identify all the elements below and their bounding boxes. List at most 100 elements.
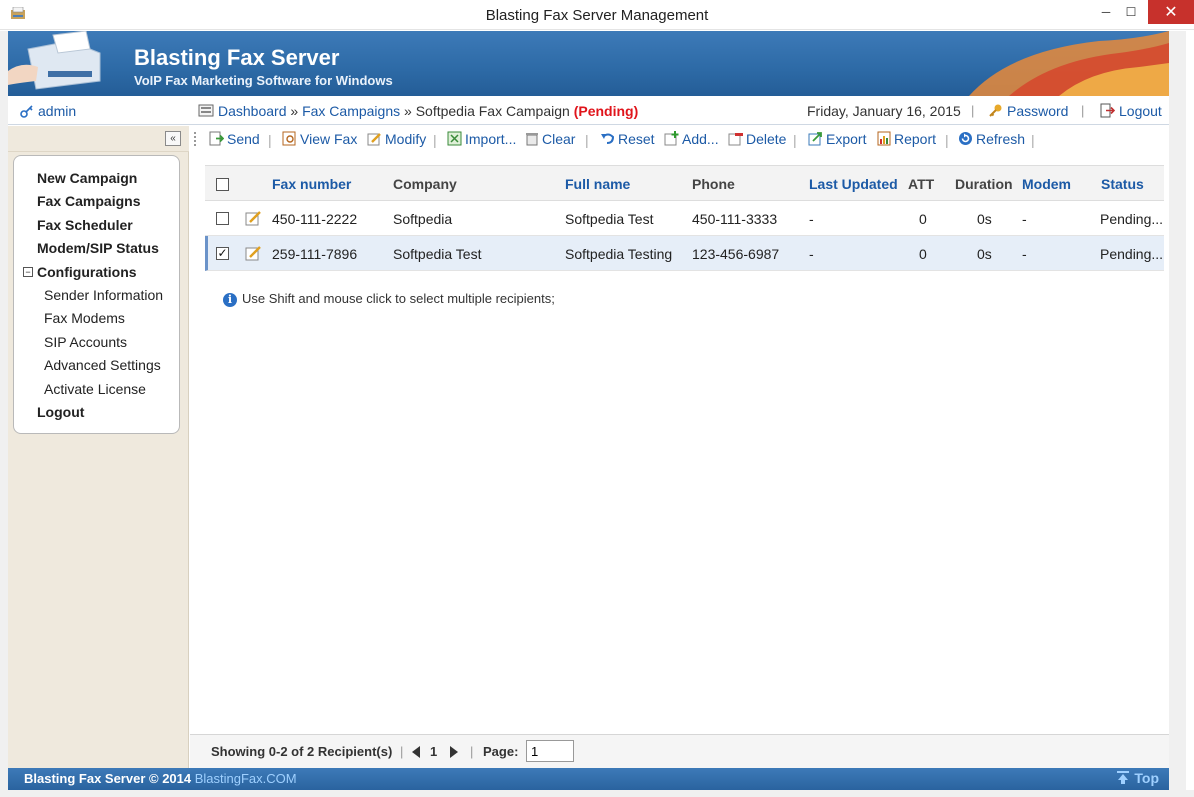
- sidebar-item-modem-sip-status[interactable]: Modem/SIP Status: [37, 240, 159, 256]
- report-button[interactable]: Report: [877, 131, 936, 147]
- column-header-fax-number[interactable]: Fax number: [272, 176, 351, 192]
- breadcrumb-separator: »: [404, 103, 412, 119]
- company-cell: Softpedia: [393, 211, 453, 227]
- breadcrumb-dashboard[interactable]: Dashboard: [218, 103, 287, 119]
- password-link[interactable]: Password: [988, 103, 1068, 119]
- breadcrumb-fax-campaigns[interactable]: Fax Campaigns: [302, 103, 400, 119]
- sidebar-item-fax-scheduler[interactable]: Fax Scheduler: [37, 217, 133, 233]
- sidebar-item-new-campaign[interactable]: New Campaign: [37, 170, 137, 186]
- page-label: Page:: [483, 744, 519, 759]
- column-header-phone[interactable]: Phone: [692, 176, 735, 192]
- send-button[interactable]: Send: [209, 131, 260, 147]
- table-row[interactable]: ✓ 259-111-7896 Softpedia Test Softpedia …: [205, 236, 1164, 271]
- pagination-bar: Showing 0-2 of 2 Recipient(s) | 1 | Page…: [190, 734, 1169, 768]
- recipients-table: Fax number Company Full name Phone Last …: [205, 165, 1164, 271]
- toolbar-separator: |: [268, 132, 272, 148]
- row-checkbox[interactable]: [216, 212, 229, 225]
- sidebar-item-fax-campaigns[interactable]: Fax Campaigns: [37, 193, 140, 209]
- admin-link[interactable]: admin: [20, 103, 76, 119]
- export-button[interactable]: Export: [808, 131, 866, 147]
- delete-button[interactable]: Delete: [728, 131, 786, 147]
- modify-button[interactable]: Modify: [367, 131, 426, 147]
- report-chart-icon: [877, 131, 891, 146]
- column-header-company[interactable]: Company: [393, 176, 457, 192]
- reset-button[interactable]: Reset: [600, 131, 655, 147]
- import-icon: [447, 131, 462, 146]
- selection-hint: i Use Shift and mouse click to select mul…: [223, 291, 555, 307]
- next-page-icon[interactable]: [450, 746, 458, 758]
- modify-label: Modify: [385, 131, 427, 147]
- edit-row-icon[interactable]: [245, 245, 262, 261]
- sidebar-item-fax-modems[interactable]: Fax Modems: [44, 310, 125, 326]
- refresh-label: Refresh: [976, 131, 1026, 147]
- sidebar-item-sip-accounts[interactable]: SIP Accounts: [44, 334, 127, 350]
- window-titlebar: Blasting Fax Server Management ─ ☐ ✕: [0, 0, 1194, 30]
- last-updated-cell: -: [809, 211, 814, 227]
- status-cell: Pending...: [1100, 211, 1164, 227]
- logout-link[interactable]: Logout: [1100, 103, 1162, 119]
- logout-icon: [1100, 103, 1115, 118]
- sidebar-item-logout[interactable]: Logout: [37, 404, 84, 420]
- footer: Blasting Fax Server © 2014 BlastingFax.C…: [8, 768, 1169, 790]
- full-name-cell: Softpedia Testing: [565, 246, 673, 262]
- back-to-top-link[interactable]: Top: [1116, 770, 1159, 786]
- close-button[interactable]: ✕: [1148, 0, 1194, 24]
- report-label: Report: [894, 131, 937, 147]
- column-header-full-name[interactable]: Full name: [565, 176, 630, 192]
- column-header-att[interactable]: ATT: [908, 176, 934, 192]
- copyright-text: Blasting Fax Server © 2014: [24, 771, 192, 786]
- refresh-button[interactable]: Refresh: [958, 131, 1025, 147]
- column-header-status[interactable]: Status: [1101, 176, 1144, 192]
- collapse-sidebar-button[interactable]: «: [165, 131, 181, 146]
- delete-icon: [728, 133, 743, 146]
- reset-label: Reset: [618, 131, 655, 147]
- sidebar-item-advanced-settings[interactable]: Advanced Settings: [44, 357, 161, 373]
- sidebar-item-activate-license[interactable]: Activate License: [44, 381, 146, 397]
- export-label: Export: [826, 131, 867, 147]
- website-link[interactable]: BlastingFax.COM: [195, 771, 297, 786]
- page-input[interactable]: [526, 740, 574, 762]
- toolbar-separator: |: [1031, 132, 1035, 148]
- last-updated-cell: -: [809, 246, 814, 262]
- current-date: Friday, January 16, 2015: [807, 103, 961, 119]
- clear-button[interactable]: Clear: [525, 131, 575, 147]
- send-icon: [209, 131, 224, 146]
- maximize-button[interactable]: ☐: [1116, 0, 1146, 24]
- current-page-number[interactable]: 1: [430, 744, 437, 759]
- breadcrumb-current: Softpedia Fax Campaign: [415, 103, 570, 119]
- table-row[interactable]: 450-111-2222 Softpedia Softpedia Test 45…: [205, 201, 1164, 236]
- sidebar-collapse-bar: «: [8, 126, 189, 152]
- dashboard-icon: [198, 104, 214, 117]
- separator: |: [400, 744, 404, 759]
- logout-label: Logout: [1119, 103, 1162, 119]
- phone-cell: 450-111-3333: [692, 211, 778, 227]
- import-button[interactable]: Import...: [447, 131, 516, 147]
- toolbar-separator: |: [585, 132, 589, 148]
- view-fax-button[interactable]: View Fax: [282, 131, 357, 147]
- sidebar: « New Campaign Fax Campaigns Fax Schedul…: [8, 126, 189, 768]
- select-all-checkbox[interactable]: [216, 178, 229, 191]
- previous-page-icon[interactable]: [412, 746, 420, 758]
- send-label: Send: [227, 131, 260, 147]
- sidebar-item-configurations[interactable]: Configurations: [37, 264, 137, 280]
- column-header-modem[interactable]: Modem: [1022, 176, 1071, 192]
- view-fax-icon: [282, 131, 296, 146]
- column-header-last-updated[interactable]: Last Updated: [809, 176, 898, 192]
- window-frame-right: [1169, 31, 1186, 790]
- toolbar-separator: |: [793, 132, 797, 148]
- toolbar-grip: [194, 132, 196, 146]
- up-arrow-icon: [1117, 771, 1130, 784]
- main-panel: Send | View Fax Modify | Import... Clear…: [190, 126, 1169, 768]
- password-label: Password: [1007, 103, 1069, 119]
- sidebar-item-sender-information[interactable]: Sender Information: [44, 287, 163, 303]
- edit-row-icon[interactable]: [245, 210, 262, 226]
- separator: |: [971, 103, 975, 118]
- add-button[interactable]: Add...: [664, 131, 719, 147]
- configurations-collapse-icon[interactable]: −: [23, 267, 33, 277]
- add-label: Add...: [682, 131, 719, 147]
- status-cell: Pending...: [1100, 246, 1164, 262]
- row-checkbox[interactable]: ✓: [216, 247, 229, 260]
- breadcrumb: Dashboard » Fax Campaigns » Softpedia Fa…: [198, 103, 638, 119]
- table-header: Fax number Company Full name Phone Last …: [205, 165, 1164, 201]
- column-header-duration[interactable]: Duration: [955, 176, 1013, 192]
